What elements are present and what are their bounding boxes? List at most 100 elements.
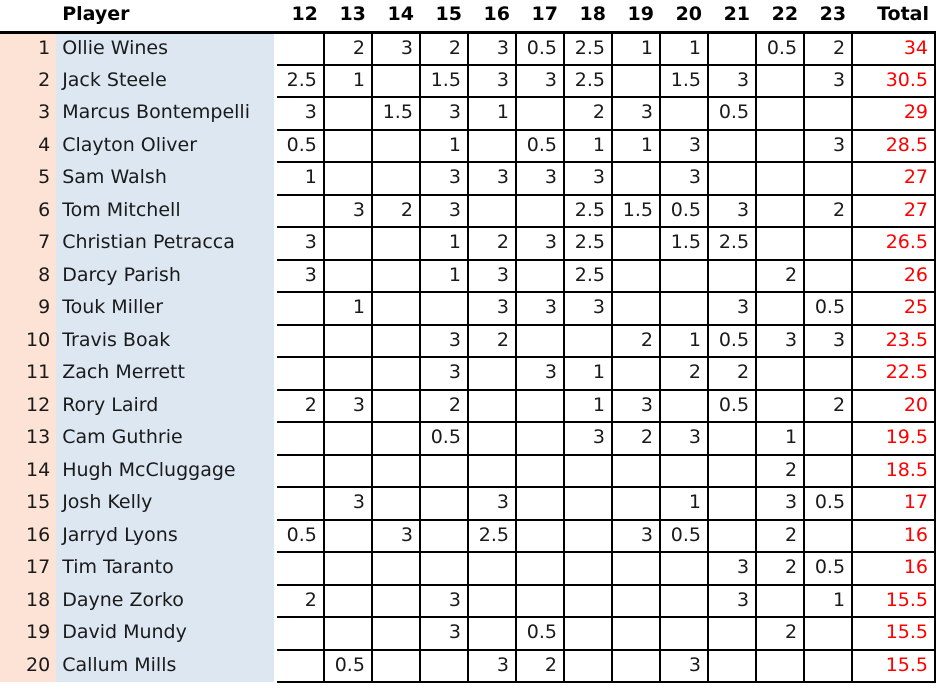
cell-round-19[interactable]	[610, 551, 662, 586]
cell-rank[interactable]: 11	[0, 357, 57, 390]
cell-round-17[interactable]: 3	[514, 161, 565, 196]
cell-player-name[interactable]: Sam Walsh	[56, 162, 278, 195]
cell-round-21[interactable]: 3	[707, 63, 758, 98]
cell-round-19[interactable]: 2	[610, 421, 662, 456]
cell-round-14[interactable]	[370, 63, 421, 98]
cell-round-22[interactable]	[755, 356, 806, 391]
cell-round-18[interactable]: 1	[562, 388, 613, 423]
cell-round-19[interactable]: 1.5	[610, 193, 662, 228]
cell-round-22[interactable]	[755, 226, 806, 261]
cell-round-15[interactable]: 2	[418, 31, 469, 66]
cell-round-15[interactable]	[418, 518, 469, 553]
column-header-round-14[interactable]: 14	[371, 0, 420, 34]
cell-round-22[interactable]: 2	[755, 616, 806, 651]
cell-round-23[interactable]	[803, 421, 854, 456]
column-header-round-20[interactable]: 20	[660, 0, 709, 34]
cell-total[interactable]: 16	[851, 551, 936, 586]
cell-round-12[interactable]: 3	[274, 258, 325, 293]
column-header-round-22[interactable]: 22	[756, 0, 805, 34]
cell-round-17[interactable]	[514, 323, 565, 358]
cell-round-12[interactable]: 0.5	[274, 128, 325, 163]
cell-round-15[interactable]: 1	[418, 258, 469, 293]
cell-round-13[interactable]	[322, 616, 373, 651]
cell-round-17[interactable]	[514, 258, 565, 293]
cell-round-19[interactable]	[610, 486, 662, 521]
cell-total[interactable]: 19.5	[851, 421, 936, 456]
cell-round-13[interactable]: 3	[322, 486, 373, 521]
cell-round-19[interactable]	[610, 583, 662, 618]
cell-round-23[interactable]	[803, 258, 854, 293]
cell-round-16[interactable]: 2	[466, 323, 517, 358]
cell-round-18[interactable]	[562, 453, 613, 488]
cell-round-16[interactable]: 3	[466, 258, 517, 293]
cell-round-21[interactable]: 0.5	[707, 388, 758, 423]
cell-rank[interactable]: 9	[0, 292, 57, 325]
column-header-total[interactable]: Total	[852, 0, 935, 34]
cell-rank[interactable]: 14	[0, 454, 57, 487]
cell-round-21[interactable]	[707, 648, 758, 683]
cell-round-23[interactable]: 0.5	[803, 291, 854, 326]
cell-round-16[interactable]: 3	[466, 63, 517, 98]
cell-total[interactable]: 23.5	[851, 323, 936, 358]
cell-round-22[interactable]	[755, 193, 806, 228]
cell-round-16[interactable]: 3	[466, 161, 517, 196]
cell-round-17[interactable]: 3	[514, 291, 565, 326]
cell-round-20[interactable]: 2	[658, 356, 710, 391]
cell-rank[interactable]: 13	[0, 422, 57, 455]
cell-round-22[interactable]	[755, 291, 806, 326]
cell-round-22[interactable]: 2	[755, 453, 806, 488]
cell-round-15[interactable]	[418, 453, 469, 488]
cell-round-20[interactable]	[658, 583, 710, 618]
cell-round-16[interactable]: 1	[466, 96, 517, 131]
cell-round-19[interactable]	[610, 616, 662, 651]
cell-round-23[interactable]: 2	[803, 193, 854, 228]
cell-round-23[interactable]: 3	[803, 128, 854, 163]
cell-round-21[interactable]: 3	[707, 193, 758, 228]
cell-round-23[interactable]: 0.5	[803, 551, 854, 586]
cell-round-20[interactable]	[658, 453, 710, 488]
cell-round-13[interactable]: 1	[322, 63, 373, 98]
cell-round-15[interactable]: 3	[418, 193, 469, 228]
cell-round-16[interactable]	[466, 616, 517, 651]
column-header-player[interactable]: Player	[56, 0, 276, 34]
cell-total[interactable]: 15.5	[851, 583, 936, 618]
cell-round-23[interactable]: 2	[803, 388, 854, 423]
cell-rank[interactable]: 16	[0, 519, 57, 552]
cell-round-22[interactable]: 2	[755, 258, 806, 293]
column-header-round-21[interactable]: 21	[708, 0, 757, 34]
cell-player-name[interactable]: Josh Kelly	[56, 487, 278, 520]
cell-round-22[interactable]	[755, 648, 806, 683]
cell-round-21[interactable]: 0.5	[707, 96, 758, 131]
cell-round-18[interactable]: 3	[562, 291, 613, 326]
cell-round-16[interactable]	[466, 551, 517, 586]
cell-player-name[interactable]: Tom Mitchell	[56, 194, 278, 227]
cell-round-18[interactable]	[562, 616, 613, 651]
cell-round-18[interactable]	[562, 551, 613, 586]
cell-round-15[interactable]: 1.5	[418, 63, 469, 98]
cell-round-17[interactable]	[514, 96, 565, 131]
cell-round-12[interactable]	[274, 486, 325, 521]
cell-round-23[interactable]: 3	[803, 323, 854, 358]
cell-player-name[interactable]: Darcy Parish	[56, 259, 278, 292]
column-header-round-18[interactable]: 18	[563, 0, 612, 34]
cell-round-13[interactable]	[322, 161, 373, 196]
column-header-round-23[interactable]: 23	[804, 0, 853, 34]
cell-round-13[interactable]: 0.5	[322, 648, 373, 683]
cell-round-16[interactable]	[466, 421, 517, 456]
cell-player-name[interactable]: Travis Boak	[56, 324, 278, 357]
cell-round-17[interactable]	[514, 388, 565, 423]
cell-round-19[interactable]: 1	[610, 128, 662, 163]
cell-round-23[interactable]	[803, 96, 854, 131]
column-header-round-13[interactable]: 13	[323, 0, 372, 34]
cell-total[interactable]: 27	[851, 193, 936, 228]
cell-round-19[interactable]: 3	[610, 96, 662, 131]
cell-round-20[interactable]: 1	[658, 486, 710, 521]
cell-round-15[interactable]: 3	[418, 583, 469, 618]
column-header-round-17[interactable]: 17	[515, 0, 564, 34]
cell-rank[interactable]: 17	[0, 552, 57, 585]
cell-round-14[interactable]	[370, 323, 421, 358]
cell-round-23[interactable]	[803, 226, 854, 261]
cell-round-16[interactable]	[466, 128, 517, 163]
cell-round-14[interactable]: 3	[370, 31, 421, 66]
cell-round-16[interactable]: 3	[466, 648, 517, 683]
